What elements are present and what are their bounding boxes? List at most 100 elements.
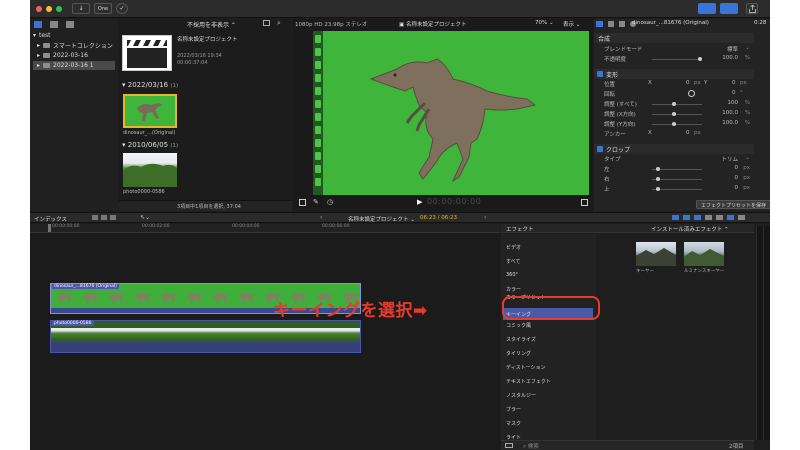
timeline-clip-landscape[interactable]: photo0000-0586 bbox=[50, 320, 361, 353]
crop-right-row[interactable]: 右 0 px bbox=[594, 175, 754, 184]
effect-category[interactable]: スタイライズ bbox=[506, 336, 536, 343]
row-value[interactable]: トリム bbox=[721, 155, 738, 163]
library-icon[interactable] bbox=[34, 21, 42, 28]
audio-inspector-icon[interactable] bbox=[619, 21, 625, 27]
workspace-layout-2-button[interactable] bbox=[720, 3, 738, 14]
effect-category[interactable]: カラー bbox=[506, 286, 521, 293]
scale-x-slider[interactable] bbox=[652, 112, 702, 116]
effect-category[interactable]: ブラー bbox=[506, 406, 521, 413]
effects-browser-icon[interactable] bbox=[727, 215, 734, 220]
save-effects-preset-button[interactable]: エフェクトプリセットを保存 bbox=[696, 200, 770, 209]
effects-search[interactable]: ⌕ 検索 bbox=[523, 442, 539, 450]
crop-left-row[interactable]: 左 0 px bbox=[594, 165, 754, 174]
checkbox-icon[interactable] bbox=[597, 71, 603, 77]
position-y-value[interactable]: 0 bbox=[732, 80, 736, 86]
forward-arrow-icon[interactable]: › bbox=[484, 214, 486, 221]
clip-insert-icon[interactable] bbox=[101, 215, 107, 220]
transform-icon[interactable] bbox=[299, 199, 306, 206]
opacity-row[interactable]: 不透明度 100.0% bbox=[594, 55, 754, 64]
share-button[interactable] bbox=[746, 3, 758, 14]
scale-y-slider[interactable] bbox=[652, 122, 702, 126]
row-value[interactable]: 0 bbox=[735, 175, 739, 181]
row-value[interactable]: 100.0 bbox=[722, 120, 738, 126]
anchor-row[interactable]: アンカー X 0 px bbox=[594, 130, 754, 139]
row-value[interactable]: 100 bbox=[728, 100, 739, 106]
position-row[interactable]: 位置 X 0 px Y 0 px bbox=[594, 80, 754, 89]
sidebar-toggle-icon[interactable] bbox=[505, 443, 513, 448]
effect-category[interactable]: ノスタルジー bbox=[506, 392, 536, 399]
minimize-window-button[interactable] bbox=[46, 6, 52, 12]
library-item-smart-collection[interactable]: ▸ スマートコレクション bbox=[33, 41, 115, 50]
snapping-icon[interactable] bbox=[705, 215, 712, 220]
effect-thumb-luma-keyer[interactable] bbox=[684, 242, 724, 266]
effect-category[interactable]: すべて bbox=[506, 258, 520, 265]
opacity-slider[interactable] bbox=[652, 57, 702, 61]
effect-category[interactable]: タイリング bbox=[506, 350, 531, 357]
color-inspector-icon[interactable] bbox=[608, 21, 614, 27]
library-item-test[interactable]: ▾ test bbox=[33, 31, 115, 40]
transitions-browser-icon[interactable] bbox=[738, 215, 745, 220]
date-group-header[interactable]: ▾ 2010/06/05 (1) bbox=[122, 141, 178, 149]
enhance-icon[interactable]: ✎ bbox=[313, 198, 319, 206]
crop-type-row[interactable]: タイプ トリム ⌄ bbox=[594, 155, 754, 164]
row-value[interactable]: 0 bbox=[735, 165, 739, 171]
effect-thumb-keyer[interactable] bbox=[636, 242, 676, 266]
rotation-dial-icon[interactable] bbox=[688, 90, 695, 97]
zoom-dropdown[interactable]: 70% ⌄ bbox=[535, 20, 554, 26]
clip-overwrite-icon[interactable] bbox=[110, 215, 116, 220]
effect-category[interactable]: テキストエフェクト bbox=[506, 378, 551, 385]
project-thumbnail[interactable] bbox=[122, 35, 172, 71]
crop-top-slider[interactable] bbox=[652, 187, 702, 191]
zoom-icon[interactable] bbox=[716, 215, 723, 220]
speed-icon[interactable]: ◷ bbox=[327, 198, 333, 206]
scale-y-row[interactable]: 調整 (Y方向) 100.0% bbox=[594, 120, 754, 129]
clip-thumbnail-landscape[interactable] bbox=[123, 153, 177, 187]
zoom-window-button[interactable] bbox=[56, 6, 62, 12]
effect-category[interactable]: コミック風 bbox=[506, 322, 531, 329]
library-item-event-1[interactable]: ▸ 2022-03-16 bbox=[33, 51, 115, 60]
anchor-x-value[interactable]: 0 bbox=[686, 130, 690, 136]
blend-mode-row[interactable]: ブレンドモード 標準 ⌄ bbox=[594, 45, 754, 54]
skimming-icon[interactable] bbox=[672, 215, 679, 220]
crop-left-slider[interactable] bbox=[652, 167, 702, 171]
audio-skimming-icon[interactable] bbox=[683, 215, 690, 220]
fullscreen-icon[interactable] bbox=[581, 199, 588, 206]
position-x-value[interactable]: 0 bbox=[686, 80, 690, 86]
clip-thumbnail-dinosaur[interactable] bbox=[123, 94, 177, 128]
keyword-button[interactable]: One bbox=[94, 3, 112, 14]
section-composite[interactable]: 合成 bbox=[594, 33, 754, 43]
date-group-header[interactable]: ▾ 2022/03/16 (1) bbox=[122, 81, 178, 89]
play-button[interactable]: ▶ bbox=[417, 198, 422, 206]
installed-effects-dropdown[interactable]: インストール済みエフェクト ⌃ bbox=[651, 225, 729, 233]
timeline-project-name[interactable]: 名称未設定プロジェクト ⌄ bbox=[348, 215, 415, 223]
effect-category[interactable]: ビデオ bbox=[506, 244, 521, 251]
section-transform[interactable]: 変形 bbox=[594, 69, 754, 79]
checkbox-icon[interactable] bbox=[597, 146, 603, 152]
crop-right-slider[interactable] bbox=[652, 177, 702, 181]
photos-icon[interactable] bbox=[50, 21, 58, 28]
titles-icon[interactable] bbox=[66, 21, 74, 28]
crop-top-row[interactable]: 上 0 px bbox=[594, 185, 754, 194]
row-value[interactable]: 0 bbox=[735, 185, 739, 191]
effect-category[interactable]: マスク bbox=[506, 420, 521, 427]
filter-dropdown[interactable]: 不採用を非表示 ⌃ bbox=[187, 20, 236, 29]
rotation-value[interactable]: 0 bbox=[732, 90, 736, 96]
library-item-event-2[interactable]: ▸ 2022-03-16 1 bbox=[33, 61, 115, 70]
select-tool-icon[interactable]: ↖⌄ bbox=[140, 214, 150, 221]
effect-category[interactable]: 360° bbox=[506, 272, 518, 278]
workspace-layout-1-button[interactable] bbox=[698, 3, 716, 14]
index-button[interactable]: インデックス bbox=[34, 215, 67, 223]
section-crop[interactable]: クロップ bbox=[594, 144, 754, 154]
video-frame[interactable] bbox=[313, 31, 589, 195]
row-value[interactable]: 100.0 bbox=[722, 110, 738, 116]
back-arrow-icon[interactable]: ‹ bbox=[320, 214, 322, 221]
browser-settings-icon[interactable] bbox=[263, 20, 270, 26]
close-window-button[interactable] bbox=[36, 6, 42, 12]
video-inspector-icon[interactable] bbox=[596, 21, 603, 27]
scale-x-row[interactable]: 調整 (X方向) 100.0% bbox=[594, 110, 754, 119]
rotation-row[interactable]: 回転 0 ° bbox=[594, 90, 754, 99]
background-tasks-button[interactable]: ✓ bbox=[116, 3, 128, 14]
solo-icon[interactable] bbox=[694, 215, 701, 220]
playhead-marker[interactable] bbox=[48, 224, 51, 232]
view-dropdown[interactable]: 表示 ⌄ bbox=[563, 20, 580, 28]
